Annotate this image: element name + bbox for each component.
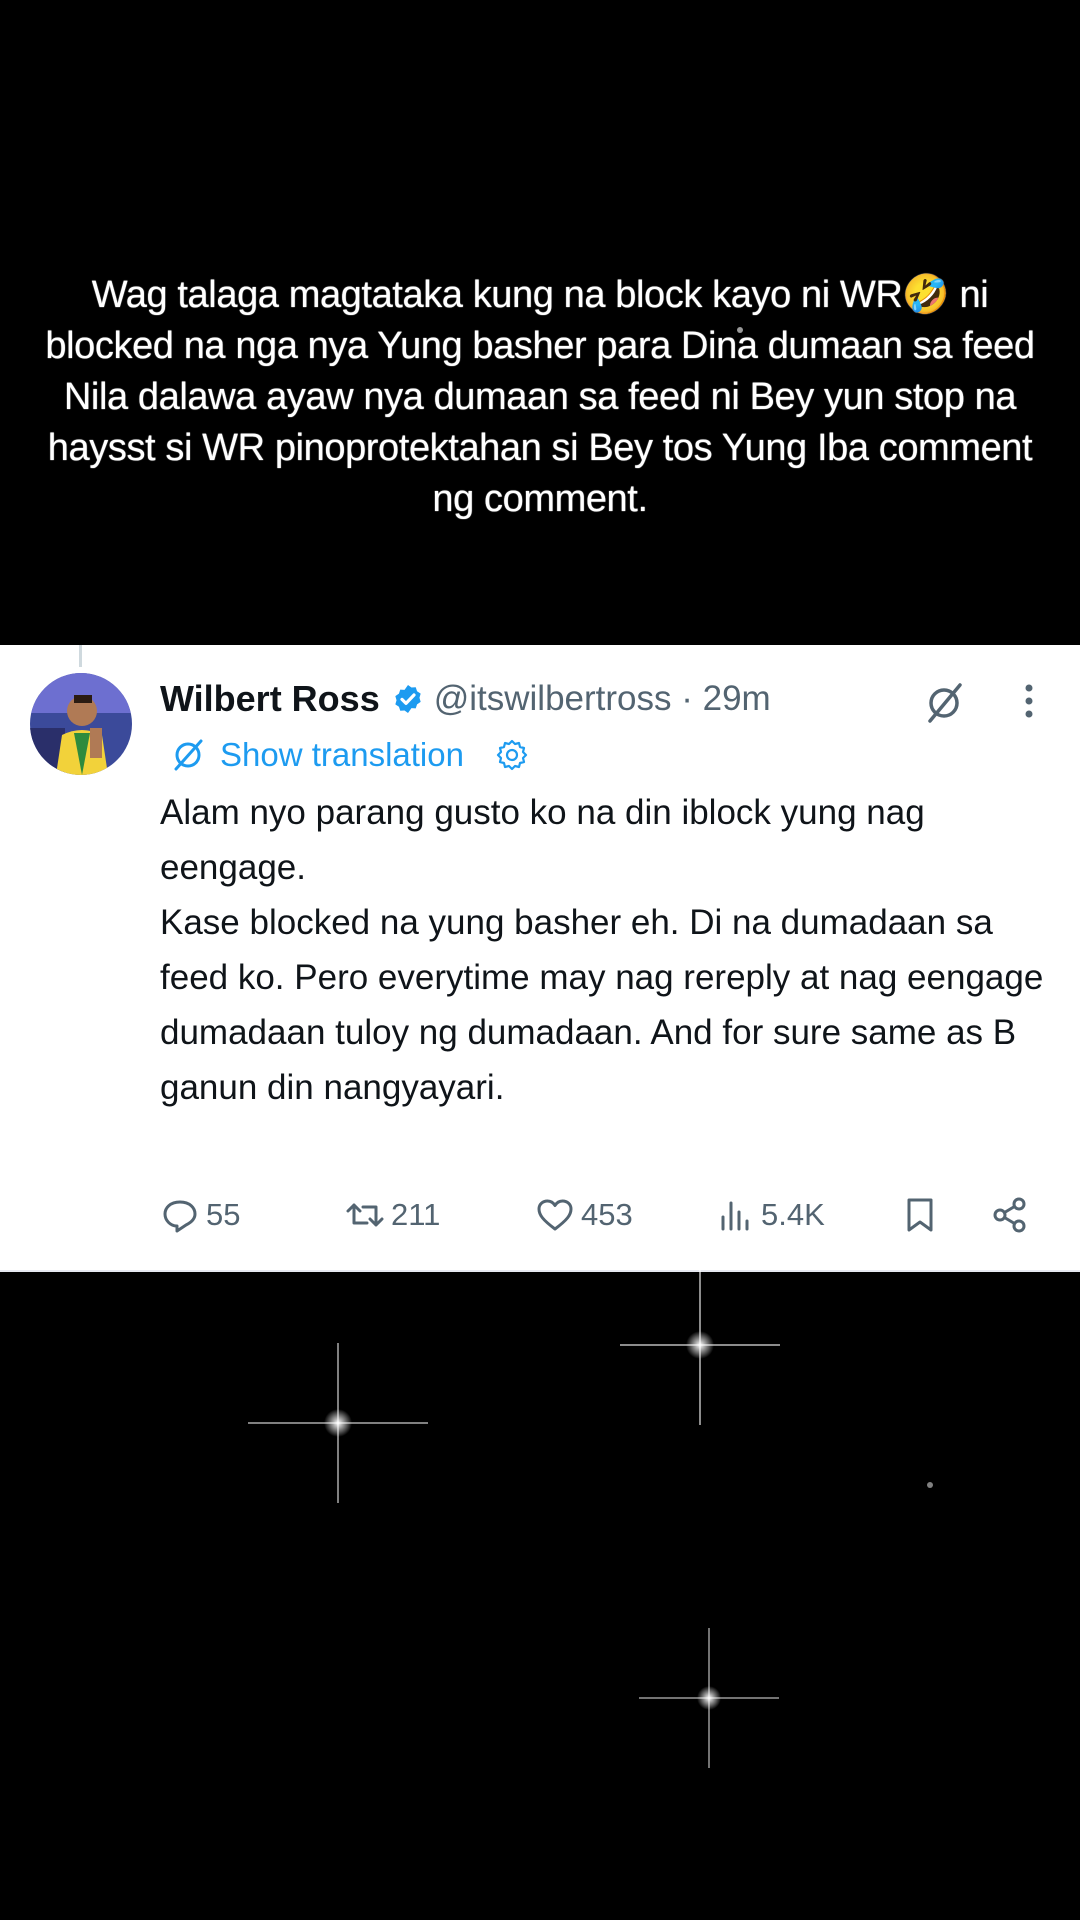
sparkle-decoration [620,1265,780,1425]
bookmark-button[interactable] [900,1185,940,1245]
verified-badge-icon [395,685,421,713]
like-button[interactable]: 453 [535,1185,633,1245]
tweet-text: Alam nyo parang gusto ko na din iblock y… [160,785,1060,1115]
heart-icon [537,1199,573,1231]
video-caption: Wag talaga magtataka kung na block kayo … [45,274,1035,520]
gear-icon[interactable] [494,737,530,773]
repost-button[interactable]: 211 [345,1185,440,1245]
tweet-text-line: Kase blocked na yung basher eh. Di na du… [160,903,1044,1107]
handle-and-time[interactable]: @itswilbertross · 29m [434,679,771,719]
translation-row[interactable]: Show translation [170,727,530,783]
sparkle-decoration [927,1482,933,1488]
display-name[interactable]: Wilbert Ross [160,678,380,720]
avatar[interactable] [30,673,132,775]
more-icon[interactable] [1014,679,1044,723]
share-button[interactable] [990,1185,1030,1245]
reply-icon [163,1200,197,1233]
sparkle-decoration [248,1343,428,1503]
thread-line [79,645,82,667]
like-count: 453 [581,1197,633,1232]
share-icon [993,1197,1026,1233]
repost-icon [346,1203,384,1227]
sparkle-decoration [639,1628,779,1768]
bookmark-icon [907,1198,933,1232]
show-translation-link[interactable]: Show translation [220,736,464,774]
reply-count: 55 [206,1197,241,1232]
reply-button[interactable]: 55 [160,1185,240,1245]
tweet-card[interactable]: Wilbert Ross @itswilbertross · 29m Show … [0,645,1080,1272]
view-count: 5.4K [761,1197,825,1232]
views-button[interactable]: 5.4K [715,1185,825,1245]
grok-icon[interactable] [922,681,966,725]
views-icon [721,1201,749,1231]
tweet-actions: 55 211 453 5.4K [160,1185,1040,1245]
translate-icon [174,739,203,771]
repost-count: 211 [391,1197,441,1232]
tweet-text-line: Alam nyo parang gusto ko na din iblock y… [160,793,925,887]
